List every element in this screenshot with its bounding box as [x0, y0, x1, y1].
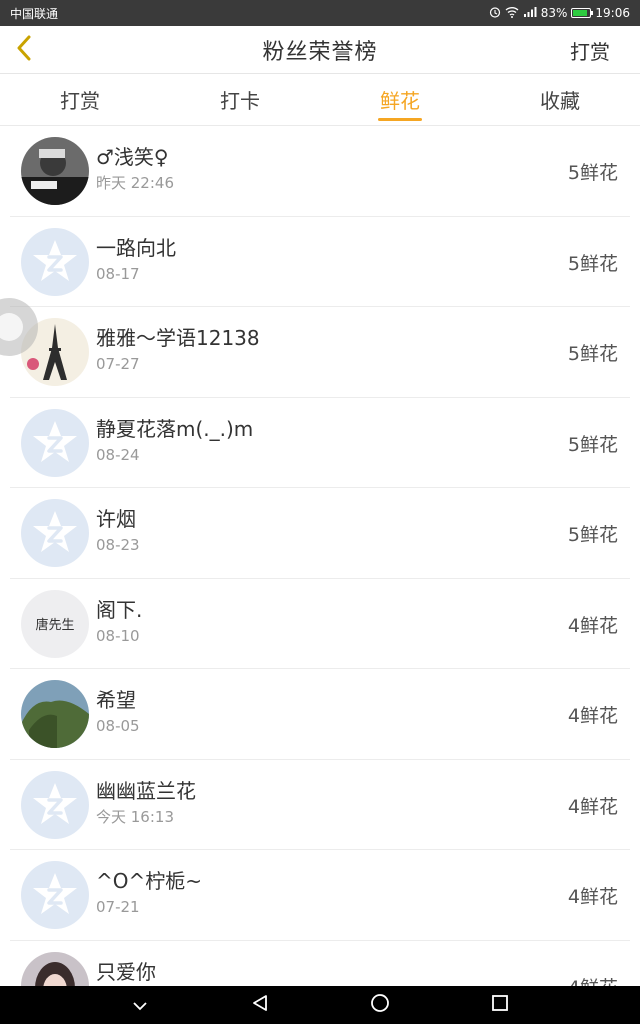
system-nav-bar [0, 986, 640, 1024]
status-bar: 中国联通 83% 19:06 [0, 0, 640, 26]
alarm-icon [489, 6, 501, 21]
flower-count: 5鲜花 [567, 433, 618, 456]
square-recents-icon [491, 994, 509, 1016]
fan-info: 希望 08-05 [96, 687, 140, 737]
battery-percent: 83% [540, 6, 568, 20]
fan-time: 08-05 [96, 717, 140, 735]
fan-info: 只爱你 [96, 959, 156, 987]
flower-count: 4鲜花 [567, 614, 618, 637]
flower-count: 5鲜花 [567, 252, 618, 275]
tab-label: 打赏 [60, 89, 100, 113]
fan-name: ^O^柠栀~ [96, 869, 203, 893]
hide-nav-button[interactable] [124, 989, 156, 1021]
back-button[interactable] [8, 34, 40, 66]
signal-icon [523, 6, 537, 21]
flower-count: 4鲜花 [567, 795, 618, 818]
fan-info: 雅雅～学语12138 07-27 [96, 325, 260, 375]
tab-favorites[interactable]: 收藏 [480, 74, 640, 125]
avatar[interactable] [21, 227, 89, 296]
avatar[interactable]: 唐先生 [21, 589, 89, 658]
fan-name: 阁下. [96, 597, 143, 622]
fan-info: ♂浅笑♀ 昨天 22:46 [96, 144, 174, 194]
avatar[interactable] [21, 499, 89, 567]
avatar[interactable] [21, 408, 89, 477]
clock: 19:06 [595, 6, 630, 20]
flower-count: 5鲜花 [567, 343, 618, 365]
chevron-left-icon [15, 35, 33, 65]
fan-time: 08-24 [96, 445, 140, 464]
fan-row[interactable]: 希望 08-05 4鲜花 [0, 669, 640, 760]
chevron-down-icon [132, 996, 148, 1015]
status-indicators: 83% 19:06 [489, 6, 630, 21]
tab-label: 打卡 [220, 89, 260, 113]
fan-name: 静夏花落m(._.)m [96, 416, 254, 441]
fan-time: 08-23 [96, 536, 140, 554]
flower-count: 4鲜花 [567, 886, 618, 908]
avatar[interactable] [21, 137, 89, 205]
fan-time: 今天 16:13 [96, 807, 174, 826]
fan-row[interactable]: ^O^柠栀~ 07-21 4鲜花 [0, 850, 640, 941]
fan-time: 昨天 22:46 [96, 174, 174, 192]
reward-button[interactable]: 打赏 [570, 36, 610, 65]
fan-info: ^O^柠栀~ 07-21 [96, 868, 202, 918]
fan-info: 幽幽蓝兰花今天 16:13 [96, 778, 196, 828]
tab-label: 收藏 [540, 89, 580, 113]
fan-row[interactable]: ♂浅笑♀ 昨天 22:46 5鲜花 [0, 126, 640, 217]
fan-row[interactable]: 唐先生 阁下. 08-10 4鲜花 [0, 579, 640, 670]
fan-name: 希望 [96, 688, 136, 712]
tab-bar: 打赏 打卡 鲜花 收藏 [0, 74, 640, 126]
fan-name: 一路向北 [96, 235, 176, 260]
tab-flowers[interactable]: 鲜花 [320, 74, 480, 125]
carrier-label: 中国联通 [10, 6, 59, 21]
fan-row[interactable]: 雅雅～学语12138 07-27 5鲜花 [0, 307, 640, 398]
tab-checkin[interactable]: 打卡 [160, 74, 320, 125]
fan-row[interactable]: 幽幽蓝兰花今天 16:13 4鲜花 [0, 760, 640, 851]
flower-count: 5鲜花 [567, 524, 618, 546]
fan-row[interactable]: 许烟 08-23 5鲜花 [0, 488, 640, 579]
page-title: 粉丝荣誉榜 [262, 39, 378, 65]
fan-name: 许烟 [96, 507, 136, 531]
avatar[interactable] [21, 770, 89, 839]
fan-name: 只爱你 [96, 959, 156, 984]
flower-count: 4鲜花 [567, 705, 618, 727]
recents-nav-button[interactable] [484, 989, 516, 1021]
fan-time: 08-17 [96, 264, 140, 283]
fan-name: 幽幽蓝兰花 [96, 778, 196, 803]
tab-label: 鲜花 [380, 89, 420, 113]
fan-name: 雅雅～学语12138 [96, 326, 260, 350]
fan-list: ♂浅笑♀ 昨天 22:46 5鲜花 一路向北 08-17 5鲜花 雅雅～学语12138 07-… [0, 126, 640, 1024]
fan-info: 许烟 08-23 [96, 506, 140, 556]
triangle-back-icon [251, 994, 269, 1016]
fan-info: 静夏花落m(._.)m 08-24 [96, 416, 253, 466]
app-header: 粉丝荣誉榜 打赏 [0, 26, 640, 74]
fan-time: 07-27 [96, 355, 140, 373]
fan-row[interactable]: 静夏花落m(._.)m 08-24 5鲜花 [0, 398, 640, 489]
avatar-text: 唐先生 [35, 617, 75, 633]
fan-row[interactable]: 一路向北 08-17 5鲜花 [0, 217, 640, 308]
flower-count: 5鲜花 [567, 162, 618, 184]
fan-info: 一路向北 08-17 [96, 235, 176, 285]
fan-name: ♂浅笑♀ [96, 145, 169, 169]
home-nav-button[interactable] [364, 989, 396, 1021]
circle-home-icon [370, 993, 390, 1017]
avatar[interactable] [21, 861, 89, 929]
fan-info: 阁下. 08-10 [96, 597, 142, 647]
wifi-icon [505, 6, 519, 21]
tab-reward[interactable]: 打赏 [0, 74, 160, 125]
fan-time: 07-21 [96, 898, 140, 916]
fan-time: 08-10 [96, 626, 140, 645]
back-nav-button[interactable] [244, 989, 276, 1021]
avatar[interactable] [21, 680, 89, 748]
battery-icon [571, 8, 594, 18]
